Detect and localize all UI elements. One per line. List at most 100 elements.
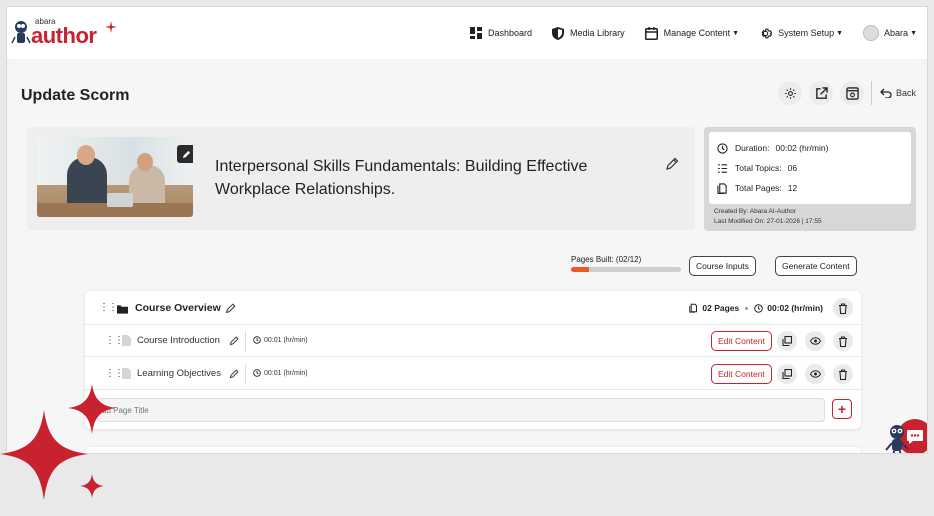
gear-icon [761,28,773,38]
last-modified: Last Modified On: 27-01-2026 | 17:55 [714,218,822,225]
avatar [863,25,880,41]
preview-page-button[interactable] [805,331,825,351]
stat-pages-value: 12 [787,183,798,193]
copy-icon [782,369,792,379]
course-meta: Created By: Abara AI-Author Last Modifie… [714,207,822,227]
nav-media-library[interactable]: Media Library [552,26,625,40]
section-pages: 02 Pages [702,303,740,313]
course-outline: ⋮⋮ Course Overview 02 Pages 00:02 (hr/mi… [85,291,861,429]
page-duration-value: 00:01 (hr/min) [264,369,308,377]
page-duration: 00:01 (hr/min) [253,369,308,377]
edit-content-button[interactable]: Edit Content [711,364,772,384]
pencil-icon[interactable] [225,303,236,314]
page-name: Course Introduction [137,335,220,346]
stat-topics-label: Total Topics: [735,163,782,173]
section-meta: 02 Pages 00:02 (hr/min) [689,303,823,313]
course-inputs-button[interactable]: Course Inputs [689,256,756,276]
section-row: ⋮⋮ Course Overview 02 Pages 00:02 (hr/mi… [85,291,861,325]
delete-page-button[interactable] [833,364,853,384]
nav-system-setup[interactable]: System Setup ▼ [759,27,843,40]
stat-pages-label: Total Pages: [735,183,782,193]
progress-label: Pages Built: (02/12) [571,255,642,264]
clock-icon [754,303,763,313]
separator-dot [745,306,749,310]
export-button[interactable] [809,81,833,105]
nav-dashboard-label: Dashboard [488,28,533,38]
settings-button[interactable] [778,81,802,105]
brand-logo[interactable]: abara author [11,15,121,49]
mascot-icon [885,425,909,453]
edit-course-title-button[interactable] [665,157,679,176]
preview-icon [845,86,859,100]
created-by: Created By: Abara AI-Author [714,208,797,215]
gear-icon [784,87,796,99]
nav-manage-content[interactable]: Manage Content ▼ [644,26,739,40]
delete-section-button[interactable] [833,298,853,318]
page-row: ⋮⋮ Course Introduction 00:01 (hr/min) Ed… [85,325,861,357]
sparkle-icon [105,21,117,33]
add-page-title-input[interactable] [97,398,825,422]
duplicate-button[interactable] [777,331,797,351]
course-card: Interpersonal Skills Fundamentals: Build… [27,127,695,230]
calendar-icon [644,26,658,40]
duplicate-button[interactable] [777,364,797,384]
decorative-sparkles-icon [0,384,116,500]
page-duration: 00:01 (hr/min) [253,336,308,344]
stat-topics: Total Topics: 06 [717,158,903,178]
pencil-icon[interactable] [229,336,239,346]
clock-icon [717,142,728,154]
edit-content-button[interactable]: Edit Content [711,331,772,351]
progress-track [571,267,681,272]
nav-dashboard[interactable]: Dashboard [470,27,532,39]
copy-icon [782,336,792,346]
eye-icon [809,337,821,345]
nav-user-menu[interactable]: Abara ▼ [863,25,917,41]
course-stats: Duration: 00:02 (hr/min) Total Topics: 0… [709,132,911,204]
edit-thumbnail-button[interactable] [177,145,193,163]
eye-icon [809,370,821,378]
pages-built-progress: Pages Built: (02/12) [571,255,685,272]
drag-handle-icon[interactable]: ⋮⋮ [105,335,124,346]
page-name: Learning Objectives [137,368,221,379]
pencil-icon [182,150,190,158]
page-title: Update Scorm [21,87,130,104]
pages-icon [717,182,727,194]
drag-handle-icon[interactable]: ⋮⋮ [105,368,124,379]
back-button[interactable]: Back [871,81,916,105]
stat-duration-label: Duration: [735,143,770,153]
pencil-icon [666,157,679,170]
stat-duration-value: 00:02 (hr/min) [775,143,829,153]
brand-big-text: author [31,23,97,48]
add-page-button[interactable]: + [832,399,852,419]
course-stats-panel: Duration: 00:02 (hr/min) Total Topics: 0… [704,127,916,231]
page-icon [122,335,131,346]
clock-icon [253,369,261,377]
divider [245,364,246,384]
drag-handle-icon[interactable]: ⋮⋮ [99,302,118,313]
pages-icon [689,303,698,313]
nav-system-setup-label: System Setup [778,28,835,38]
progress-fill [571,267,590,272]
trash-icon [839,335,847,347]
external-link-icon [815,86,828,99]
pencil-icon[interactable] [229,369,239,379]
next-section-panel [85,447,861,453]
page-icon [122,368,131,379]
stat-pages: Total Pages: 12 [717,178,903,198]
section-name: Course Overview [135,302,221,314]
generate-content-button[interactable]: Generate Content [775,256,857,276]
mascot-logo-icon [11,21,31,44]
page-panel: Update Scorm Back Interpersonal Skills F… [7,59,927,453]
course-thumbnail [37,137,193,217]
delete-page-button[interactable] [833,331,853,351]
preview-page-button[interactable] [805,364,825,384]
shield-icon [552,26,565,40]
undo-icon [880,88,892,98]
clock-icon [253,336,261,344]
top-navigation-bar: abara author Dashboard Media Library Man… [7,7,927,59]
main-nav: Dashboard Media Library Manage Content ▼ [450,7,917,59]
back-label: Back [896,88,917,98]
trash-icon [839,302,847,314]
preview-button[interactable] [840,81,864,105]
page-row: ⋮⋮ Learning Objectives 00:01 (hr/min) Ed… [85,358,861,390]
